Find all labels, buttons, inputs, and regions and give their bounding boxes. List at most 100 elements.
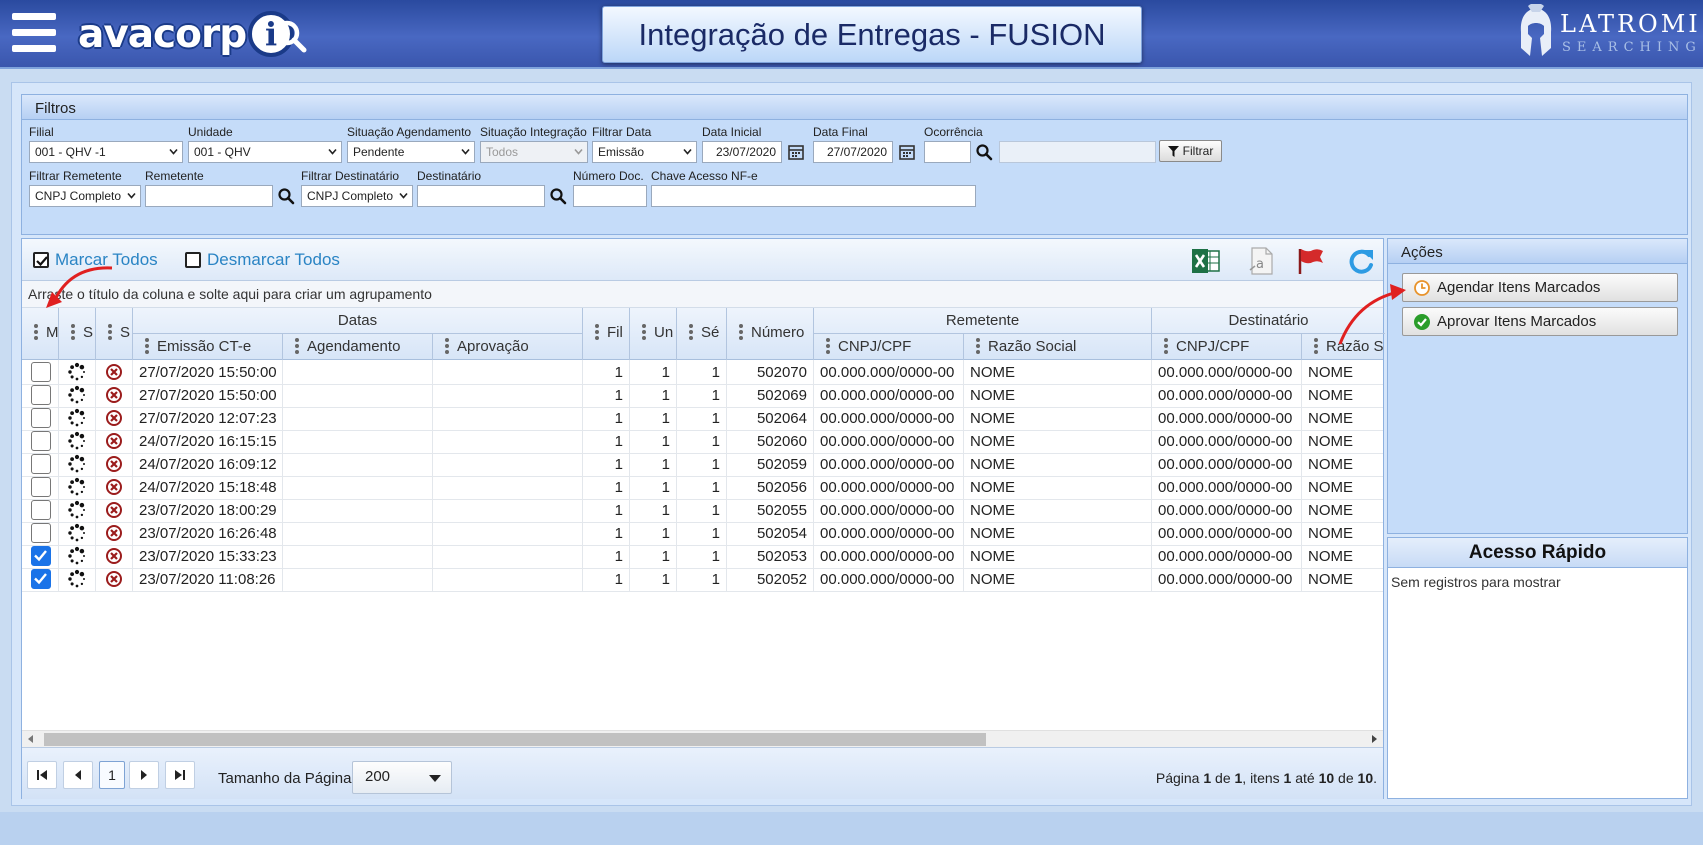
page-number-button[interactable]: 1 [99,761,125,789]
col-header-agendamento[interactable]: Agendamento [283,334,433,360]
search-icon[interactable] [272,18,308,54]
integration-status-cell [59,544,96,569]
table-row[interactable]: 23/07/2020 18:00:29 1 1 1 502055 00.000.000/0… [22,498,1383,523]
cell-unidade: 1 [630,567,677,592]
row-checkbox[interactable] [31,431,51,451]
refresh-icon[interactable] [1345,246,1377,276]
col-header-rem-cnpj[interactable]: CNPJ/CPF [814,334,964,360]
chevron-down-icon [574,148,583,155]
calendar-icon[interactable] [898,143,916,161]
row-checkbox[interactable] [31,546,51,566]
row-checkbox[interactable] [31,408,51,428]
row-checkbox[interactable] [31,523,51,543]
prev-page-button[interactable] [63,761,93,789]
situacao-agendamento-select[interactable]: Pendente [347,141,475,163]
table-row[interactable]: 24/07/2020 16:09:12 1 1 1 502059 00.000.000/0… [22,452,1383,477]
col-header-numero[interactable]: Número [727,308,814,360]
row-checkbox[interactable] [31,500,51,520]
ocorrencia-input[interactable] [924,141,971,163]
error-status-icon [106,525,122,541]
row-checkbox[interactable] [31,477,51,497]
table-row[interactable]: 23/07/2020 15:33:23 1 1 1 502053 00.000.000/0… [22,544,1383,569]
horizontal-scrollbar[interactable] [22,730,1383,747]
calendar-icon[interactable] [787,143,805,161]
last-page-button[interactable] [165,761,195,789]
unidade-select[interactable]: 001 - QHV [188,141,342,163]
chave-acesso-input[interactable] [651,185,976,207]
table-row[interactable]: 23/07/2020 11:08:26 1 1 1 502052 00.000.000/0… [22,567,1383,592]
loading-spinner-icon [68,523,85,542]
cell-serie: 1 [677,544,727,569]
agendar-itens-button[interactable]: Agendar Itens Marcados [1402,273,1678,302]
ocorrencia-label: Ocorrência [924,125,983,139]
table-row[interactable]: 27/07/2020 15:50:00 1 1 1 502070 00.000.000/0… [22,360,1383,385]
row-checkbox[interactable] [31,385,51,405]
table-row[interactable]: 27/07/2020 15:50:00 1 1 1 502069 00.000.000/0… [22,383,1383,408]
scrollbar-thumb[interactable] [44,733,986,746]
search-icon[interactable] [277,187,295,205]
marcar-todos-button[interactable]: Marcar Todos [33,250,158,270]
table-row[interactable]: 24/07/2020 15:18:48 1 1 1 502056 00.000.000/0… [22,475,1383,500]
cell-serie: 1 [677,383,727,408]
search-icon[interactable] [549,187,567,205]
row-checkbox[interactable] [31,362,51,382]
col-header-emissao[interactable]: Emissão CT-e [133,334,283,360]
cell-rem-cnpj: 00.000.000/0000-00 [814,475,964,500]
search-icon[interactable] [975,143,993,161]
filtrar-destinatario-select[interactable]: CNPJ Completo [301,185,413,207]
filtrar-data-select[interactable]: Emissão [592,141,697,163]
group-drop-zone[interactable]: Arraste o título da coluna e solte aqui … [22,281,1383,308]
spartan-helmet-icon [1520,4,1552,56]
situacao-integracao-select[interactable]: Todos [480,141,588,163]
filtrar-button[interactable]: Filtrar [1159,140,1222,162]
avacorp-logo[interactable]: avacorp i [78,11,295,57]
table-row[interactable]: 24/07/2020 16:15:15 1 1 1 502060 00.000.000/0… [22,429,1383,454]
checkmark-icon [34,573,47,585]
remetente-input[interactable] [145,185,273,207]
integration-status-cell [59,452,96,477]
filial-select[interactable]: 001 - QHV -1 [29,141,183,163]
col-header-dest-cnpj[interactable]: CNPJ/CPF [1152,334,1302,360]
check-circle-icon [1414,313,1430,330]
menu-icon[interactable] [12,13,56,53]
cell-rem-razao: NOME [964,452,1152,477]
cell-aprovacao [433,521,583,546]
col-header-rem-razao[interactable]: Razão Social [964,334,1152,360]
col-header-s2[interactable]: S [96,308,133,360]
scroll-left-icon[interactable] [28,735,33,743]
row-checkbox[interactable] [31,569,51,589]
page-size-select[interactable]: 200 [352,761,452,794]
col-header-dest-razao[interactable]: Razão S [1302,334,1385,360]
data-inicial-input[interactable]: 23/07/2020 [702,141,782,163]
col-header-s1[interactable]: S [59,308,96,360]
col-header-aprovacao[interactable]: Aprovação [433,334,583,360]
destinatario-input[interactable] [417,185,545,207]
error-status-icon [106,479,122,495]
filtrar-remetente-select[interactable]: CNPJ Completo [29,185,141,207]
numero-doc-input[interactable] [573,185,647,207]
scroll-right-icon[interactable] [1372,735,1377,743]
next-page-button[interactable] [129,761,159,789]
text-export-icon[interactable]: a [1245,246,1277,276]
col-header-serie[interactable]: Sé [677,308,727,360]
table-row[interactable]: 23/07/2020 16:26:48 1 1 1 502054 00.000.000/0… [22,521,1383,546]
table-row[interactable]: 27/07/2020 12:07:23 1 1 1 502064 00.000.000/0… [22,406,1383,431]
last-page-icon [175,770,185,780]
col-header-filial[interactable]: Fil [583,308,630,360]
cell-emissao: 24/07/2020 16:09:12 [133,452,283,477]
col-group-destinatario: Destinatário [1152,308,1385,334]
col-header-m[interactable]: M [22,308,59,360]
schedule-status-cell [96,406,133,431]
cell-agendamento [283,521,433,546]
first-page-button[interactable] [27,761,57,789]
aprovar-itens-button[interactable]: Aprovar Itens Marcados [1402,307,1678,336]
desmarcar-todos-button[interactable]: Desmarcar Todos [185,250,340,270]
cell-aprovacao [433,452,583,477]
data-final-input[interactable]: 27/07/2020 [813,141,893,163]
excel-export-icon[interactable] [1190,246,1222,276]
row-checkbox[interactable] [31,454,51,474]
col-header-unidade[interactable]: Un [630,308,677,360]
cell-filial: 1 [583,406,630,431]
flag-icon[interactable] [1294,246,1326,276]
cell-serie: 1 [677,406,727,431]
